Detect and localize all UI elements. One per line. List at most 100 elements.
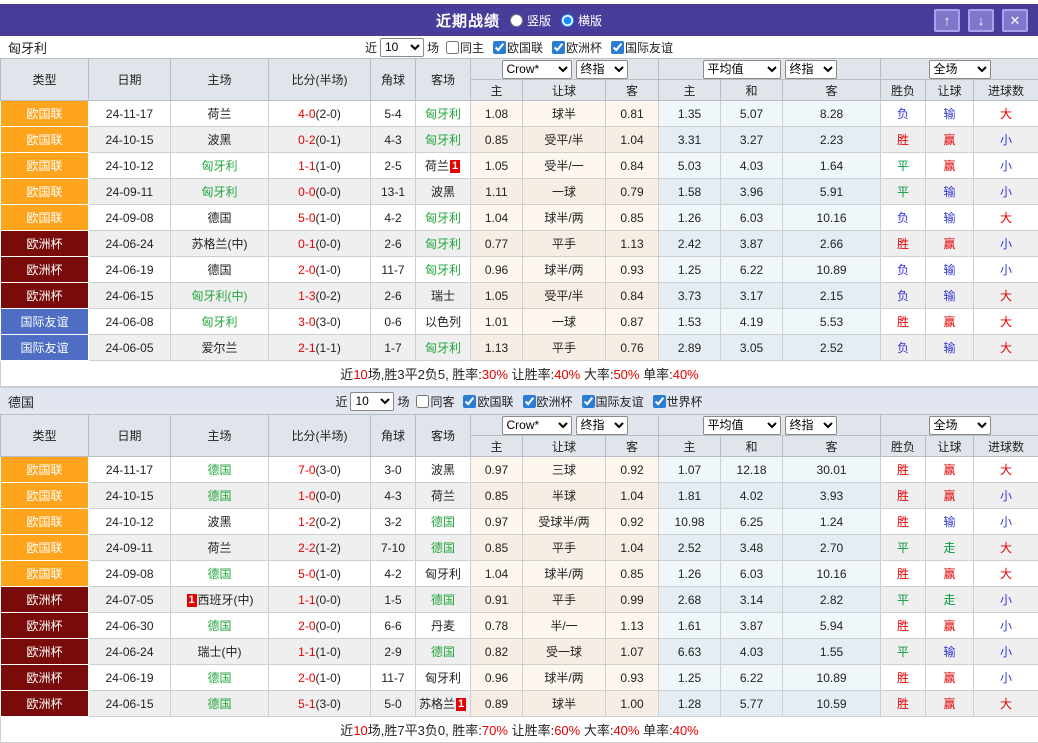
close-button[interactable]: ✕: [1002, 9, 1028, 32]
same-venue-filter[interactable]: 同客: [416, 393, 454, 410]
result-cell-text: 胜: [897, 671, 909, 685]
full-time-score: 1-1: [298, 645, 315, 659]
result-cell: 平: [881, 587, 926, 613]
same-venue-filter[interactable]: 同主: [446, 39, 484, 56]
handicap-result-cell-text: 赢: [944, 237, 956, 251]
avg-away-cell: 2.66: [783, 231, 881, 257]
league-checkbox[interactable]: [523, 395, 536, 408]
handicap-result-cell: 赢: [926, 231, 974, 257]
away-odds-cell: 1.00: [606, 691, 659, 717]
horizontal-layout-radio[interactable]: [561, 14, 574, 27]
league-filter-国际友谊[interactable]: 国际友谊: [582, 393, 644, 410]
date-cell: 24-09-11: [89, 179, 171, 205]
same-venue-checkbox[interactable]: [416, 395, 429, 408]
half-time-score: (3-0): [316, 463, 341, 477]
full-time-score: 0-1: [298, 237, 315, 251]
match-count-select[interactable]: 10: [350, 392, 394, 411]
goals-result-cell: 小: [974, 639, 1038, 665]
handicap-result-cell-text: 赢: [944, 133, 956, 147]
league-checkbox[interactable]: [493, 41, 506, 54]
handicap-cell: 平手: [523, 535, 606, 561]
score-cell: 0-1(0-0): [269, 231, 371, 257]
avg-draw-cell: 3.05: [721, 335, 783, 361]
goals-result-cell-text: 小: [1000, 237, 1012, 251]
league-filter-国际友谊[interactable]: 国际友谊: [611, 39, 673, 56]
company-index-select[interactable]: 终指: [576, 416, 628, 435]
vertical-layout-option[interactable]: 竖版: [510, 12, 551, 29]
average-index-select[interactable]: 终指: [785, 416, 837, 435]
avg-away-cell: 10.16: [783, 561, 881, 587]
summary-text: 大率:: [580, 367, 613, 382]
scope-select[interactable]: 全场: [929, 416, 991, 435]
goals-result-cell-text: 小: [1000, 671, 1012, 685]
avg-draw-cell: 6.22: [721, 257, 783, 283]
vertical-layout-radio[interactable]: [510, 14, 523, 27]
move-down-button[interactable]: ↓: [968, 9, 994, 32]
goals-result-cell: 大: [974, 205, 1038, 231]
avg-home-cell: 2.68: [659, 587, 721, 613]
home-team-cell: 匈牙利(中): [171, 283, 269, 309]
summary-table-row: 近10场,胜7平3负0, 胜率:70% 让胜率:60% 大率:40% 单率:40…: [1, 717, 1038, 743]
handicap-result-cell: 赢: [926, 665, 974, 691]
result-cell-text: 负: [897, 341, 909, 355]
home-odds-cell: 1.11: [471, 179, 523, 205]
corner-cell: 2-6: [371, 283, 416, 309]
vertical-layout-label: 竖版: [527, 12, 551, 29]
corner-cell: 7-10: [371, 535, 416, 561]
goals-result-cell: 小: [974, 153, 1038, 179]
away-odds-cell: 1.04: [606, 483, 659, 509]
average-select[interactable]: 平均值: [703, 416, 781, 435]
league-checkbox[interactable]: [582, 395, 595, 408]
half-time-score: (1-1): [316, 341, 341, 355]
league-cell: 欧国联: [1, 457, 89, 483]
result-cell-text: 胜: [897, 697, 909, 711]
average-select[interactable]: 平均值: [703, 60, 781, 79]
half-time-score: (1-2): [316, 541, 341, 555]
sub-column-header: 进球数: [974, 80, 1038, 101]
scope-select[interactable]: 全场: [929, 60, 991, 79]
league-checkbox[interactable]: [463, 395, 476, 408]
result-cell-text: 平: [897, 541, 909, 555]
full-time-score: 0-0: [298, 185, 315, 199]
match-row: 欧国联24-11-17德国7-0(3-0)3-0波黑0.97三球0.921.07…: [1, 457, 1038, 483]
half-time-score: (0-0): [316, 185, 341, 199]
match-count-select[interactable]: 10: [380, 38, 424, 57]
avg-away-cell: 10.89: [783, 257, 881, 283]
result-cell-text: 平: [897, 185, 909, 199]
league-cell: 欧国联: [1, 153, 89, 179]
team-name-text: 德国: [207, 619, 231, 633]
team-name-text: 波黑: [207, 515, 231, 529]
average-index-select[interactable]: 终指: [785, 60, 837, 79]
league-checkbox[interactable]: [552, 41, 565, 54]
league-filter-欧国联[interactable]: 欧国联: [493, 39, 543, 56]
away-odds-cell: 0.93: [606, 257, 659, 283]
horizontal-layout-option[interactable]: 横版: [561, 12, 602, 29]
score-cell: 1-1(1-0): [269, 153, 371, 179]
near-label: 近: [365, 39, 377, 56]
league-checkbox[interactable]: [611, 41, 624, 54]
league-filter-欧国联[interactable]: 欧国联: [463, 393, 513, 410]
goals-result-cell-text: 小: [1000, 263, 1012, 277]
away-odds-cell: 1.07: [606, 639, 659, 665]
move-up-button[interactable]: ↑: [934, 9, 960, 32]
league-filter-欧洲杯[interactable]: 欧洲杯: [552, 39, 602, 56]
team-name-text: 德国: [431, 645, 455, 659]
full-time-score: 1-1: [298, 593, 315, 607]
goals-result-cell-text: 大: [1000, 463, 1012, 477]
full-time-score: 2-2: [298, 541, 315, 555]
team-name-text: 德国: [207, 211, 231, 225]
league-cell: 国际友谊: [1, 335, 89, 361]
sections-container: 匈牙利近10场同主欧国联欧洲杯国际友谊类型日期主场比分(半场)角球客场Crow*…: [0, 36, 1038, 743]
league-filter-世界杯[interactable]: 世界杯: [653, 393, 703, 410]
match-row: 欧洲杯24-07-051西班牙(中)1-1(0-0)1-5德国0.91平手0.9…: [1, 587, 1038, 613]
titlebar-center: 近期战绩 竖版 横版: [0, 10, 1038, 31]
league-checkbox[interactable]: [653, 395, 666, 408]
league-filter-欧洲杯[interactable]: 欧洲杯: [523, 393, 573, 410]
result-cell-text: 胜: [897, 315, 909, 329]
avg-away-cell: 1.24: [783, 509, 881, 535]
team-name-text: 匈牙利: [201, 185, 237, 199]
company-select[interactable]: Crow*: [502, 60, 572, 79]
same-venue-checkbox[interactable]: [446, 41, 459, 54]
company-index-select[interactable]: 终指: [576, 60, 628, 79]
company-select[interactable]: Crow*: [502, 416, 572, 435]
